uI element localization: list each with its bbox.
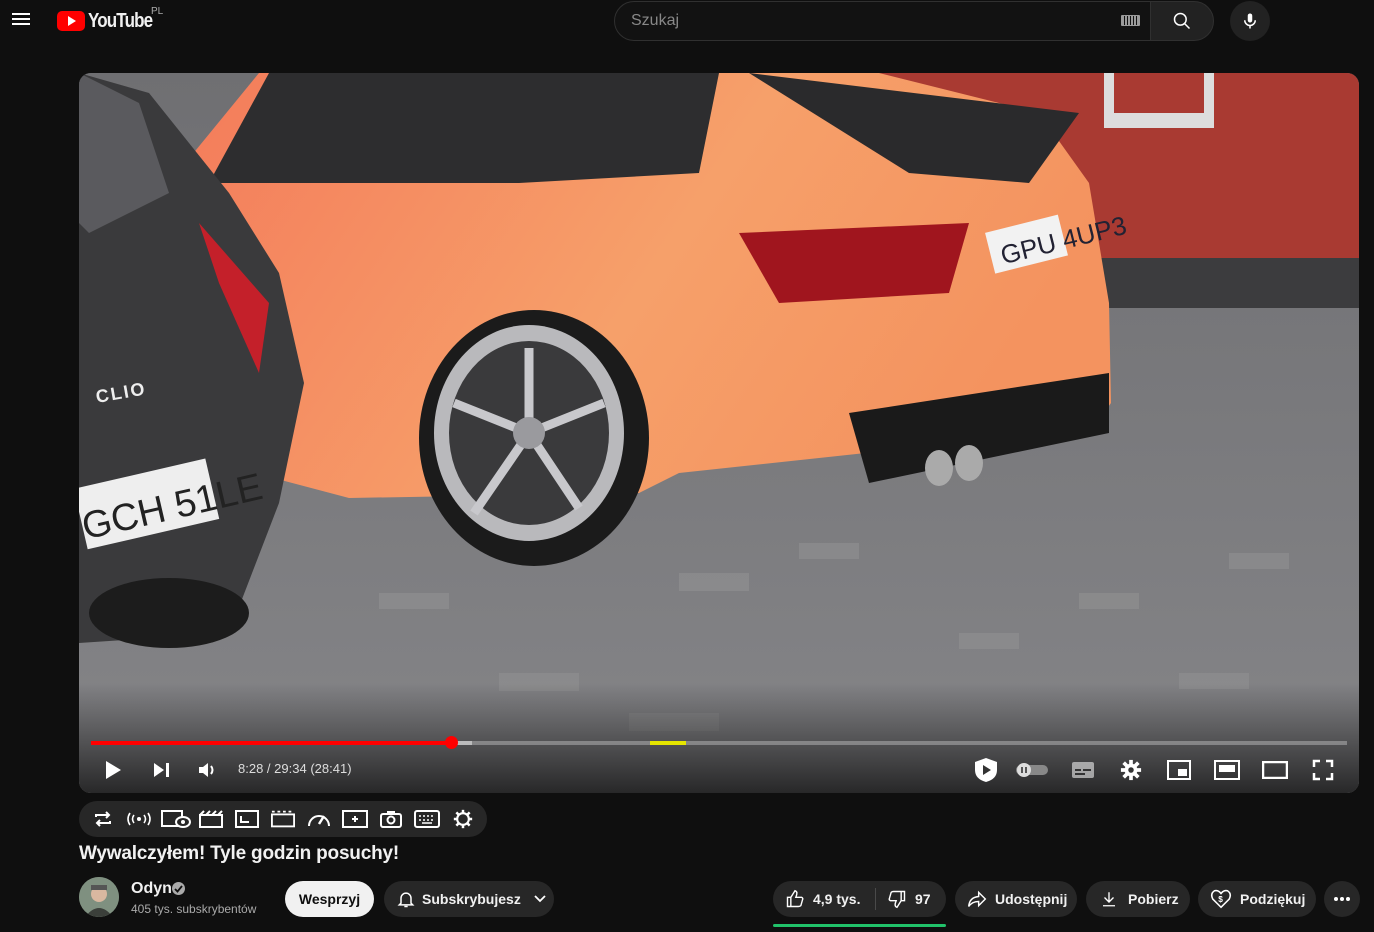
- thumbs-up-icon: [786, 889, 804, 908]
- fullscreen-icon: [1312, 759, 1334, 781]
- search-button[interactable]: [1150, 1, 1214, 41]
- channel-name[interactable]: Odyn: [131, 880, 172, 898]
- heart-dollar-icon: $: [1210, 889, 1232, 909]
- mini-player-icon[interactable]: [271, 809, 295, 829]
- like-count: 4,9 tys.: [813, 891, 861, 907]
- keyboard-shortcuts-icon[interactable]: [413, 809, 441, 829]
- current-time: 8:28: [238, 761, 264, 776]
- search-box: [614, 1, 1151, 41]
- progress-highlight-marker: [649, 741, 687, 745]
- play-button[interactable]: [99, 756, 127, 784]
- skipped-duration: (28:41): [310, 761, 352, 776]
- avatar-image: [79, 877, 119, 917]
- thanks-label: Podziękuj: [1240, 891, 1306, 907]
- gear-icon: [1120, 759, 1142, 781]
- verified-icon: [172, 882, 185, 895]
- playback-view-icon[interactable]: [161, 809, 191, 829]
- like-divider: [875, 888, 876, 910]
- like-ratio-bar: [773, 924, 946, 927]
- download-button[interactable]: Pobierz: [1086, 881, 1190, 917]
- autoplay-toggle-icon: [1016, 763, 1048, 777]
- video-title: Wywalczyłem! Tyle godzin posuchy!: [79, 843, 399, 864]
- voice-search-button[interactable]: [1230, 1, 1270, 41]
- keyboard-icon[interactable]: [1121, 15, 1140, 26]
- download-icon: [1103, 892, 1115, 907]
- share-icon: [967, 890, 987, 908]
- next-button[interactable]: [147, 756, 175, 784]
- share-label: Udostępnij: [995, 891, 1068, 907]
- like-dislike-group: 4,9 tys. 97: [773, 881, 946, 917]
- play-icon: [106, 761, 121, 779]
- logo-text: YouTube: [88, 9, 153, 32]
- thumbs-down-icon: [888, 890, 906, 909]
- loop-icon[interactable]: [91, 809, 115, 829]
- theater-mode-button[interactable]: [1213, 756, 1241, 784]
- like-button[interactable]: 4,9 tys.: [773, 889, 875, 909]
- subscribe-label: Subskrybujesz: [422, 891, 521, 907]
- cinema-button[interactable]: [1261, 756, 1289, 784]
- next-icon: [154, 763, 169, 777]
- miniplayer-button[interactable]: [1165, 756, 1193, 784]
- time-display: 8:28 / 29:34 (28:41): [238, 761, 352, 776]
- progress-played: [91, 741, 452, 745]
- screenshot-icon[interactable]: [379, 809, 403, 829]
- youtube-logo[interactable]: YouTube: [57, 10, 164, 32]
- dislike-count: 97: [915, 891, 931, 907]
- menu-icon[interactable]: [10, 10, 32, 32]
- support-button[interactable]: Wesprzyj: [285, 881, 374, 917]
- subtitles-button[interactable]: [1069, 756, 1097, 784]
- theater-icon: [1214, 760, 1240, 780]
- volume-button[interactable]: [194, 756, 222, 784]
- fullscreen-button[interactable]: [1309, 756, 1337, 784]
- country-code: PL: [151, 6, 164, 17]
- autoplay-toggle[interactable]: [1015, 756, 1049, 784]
- audio-mode-icon[interactable]: [125, 809, 153, 829]
- bell-icon: [397, 892, 415, 908]
- settings-button[interactable]: [1117, 756, 1145, 784]
- thanks-button[interactable]: $ Podziękuj: [1198, 881, 1316, 917]
- sponsorblock-button[interactable]: [972, 756, 1000, 784]
- total-time: 29:34: [274, 761, 307, 776]
- svg-text:$: $: [1218, 895, 1223, 904]
- wide-screen-icon: [1262, 761, 1288, 779]
- microphone-icon: [1244, 13, 1256, 29]
- video-player[interactable]: GPU 4UP3 CLIO GCH 51LE 8:28 / 29:34 (28:…: [79, 73, 1359, 793]
- extension-toolbar: [79, 801, 487, 837]
- more-horizontal-icon: [1334, 897, 1350, 901]
- share-button[interactable]: Udostępnij: [955, 881, 1077, 917]
- enhance-icon[interactable]: [341, 809, 369, 829]
- volume-icon: [199, 763, 214, 777]
- search-input[interactable]: [631, 12, 1111, 30]
- dislike-button[interactable]: 97: [875, 889, 931, 909]
- progress-bar[interactable]: [91, 736, 1347, 749]
- chevron-down-icon: [534, 895, 546, 903]
- subscriber-count: 405 tys. subskrybentów: [131, 902, 257, 916]
- speed-icon[interactable]: [307, 809, 331, 829]
- settings-gear-icon[interactable]: [451, 809, 475, 829]
- frame-icon[interactable]: [235, 809, 259, 829]
- more-actions-button[interactable]: [1324, 881, 1360, 917]
- subtitles-icon: [1072, 762, 1094, 778]
- shield-play-icon: [975, 758, 997, 782]
- subscribe-button[interactable]: Subskrybujesz: [384, 881, 554, 917]
- youtube-play-icon: [57, 11, 85, 31]
- miniplayer-icon: [1167, 760, 1191, 780]
- cinema-icon[interactable]: [199, 809, 223, 829]
- download-label: Pobierz: [1128, 891, 1179, 907]
- channel-avatar[interactable]: [79, 877, 119, 917]
- search-icon: [1173, 12, 1191, 30]
